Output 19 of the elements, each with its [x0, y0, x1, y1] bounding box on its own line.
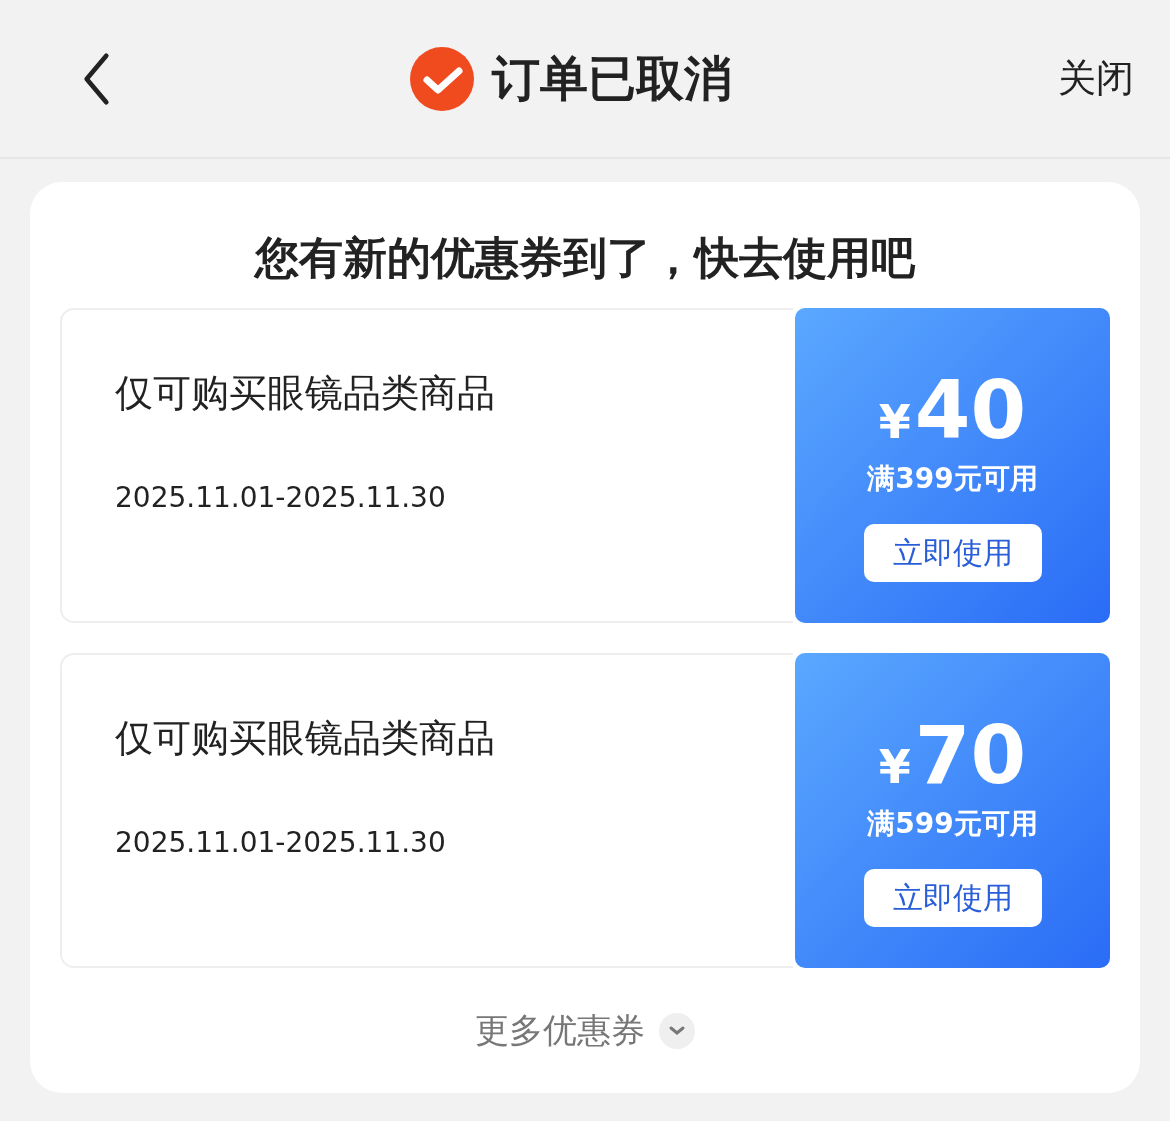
check-logo-icon: [410, 46, 474, 111]
currency-sign: ¥: [878, 395, 911, 449]
page-title: 订单已取消: [492, 48, 732, 108]
coupon-period: 2025.11.01-2025.11.30: [115, 481, 447, 514]
chevron-down-icon[interactable]: [659, 1013, 695, 1049]
currency-sign: ¥: [878, 740, 911, 794]
coupon-scope: 仅可购买眼镜品类商品: [115, 715, 496, 762]
coupon-condition: 满399元可用: [867, 461, 1038, 497]
close-link[interactable]: 关闭: [1058, 53, 1134, 104]
coupon-condition: 满599元可用: [867, 806, 1038, 842]
use-now-button[interactable]: 立即使用: [863, 524, 1042, 582]
panel-heading: 您有新的优惠券到了，快去使用吧: [253, 231, 917, 285]
use-now-button[interactable]: 立即使用: [863, 869, 1042, 927]
coupon-period: 2025.11.01-2025.11.30: [115, 826, 447, 859]
coupon-amount: 40: [914, 366, 1027, 456]
back-icon[interactable]: [82, 50, 110, 107]
coupon-amount: 70: [914, 711, 1027, 801]
coupon-scope: 仅可购买眼镜品类商品: [115, 370, 496, 417]
more-coupons-link[interactable]: 更多优惠券: [475, 1008, 645, 1054]
